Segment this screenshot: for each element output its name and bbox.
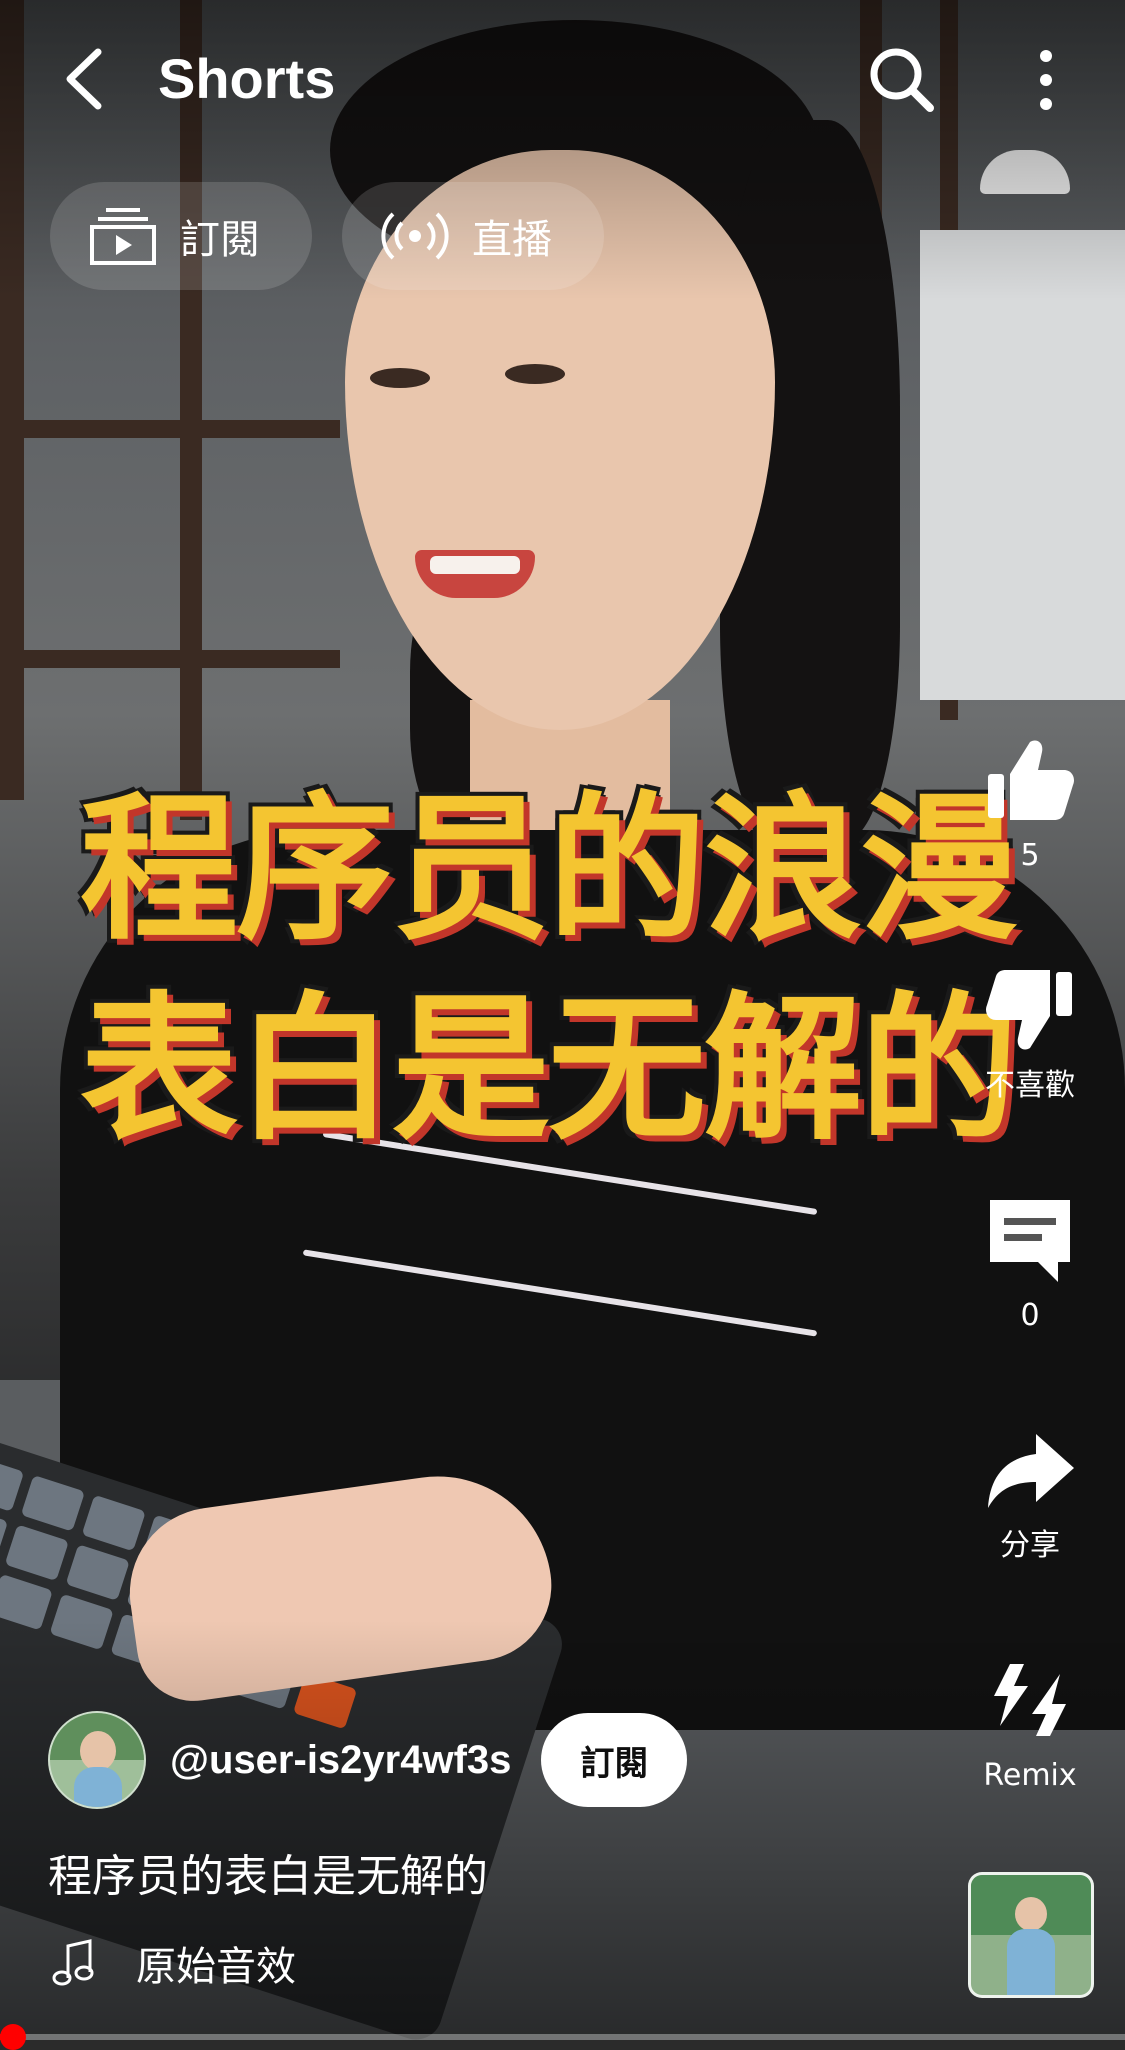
live-chip[interactable]: 直播 [342, 182, 604, 290]
like-count: 5 [1020, 838, 1040, 873]
thumbs-up-icon [988, 740, 1074, 820]
live-broadcast-icon [381, 212, 449, 260]
comments-button[interactable]: 0 [960, 1190, 1100, 1336]
like-button[interactable]: 5 [960, 730, 1100, 876]
share-icon [988, 1434, 1074, 1508]
comment-count: 0 [1020, 1298, 1040, 1333]
sound-label: 原始音效 [136, 1944, 296, 1990]
live-chip-label: 直播 [472, 217, 552, 263]
video-overlay-text: 程序员的浪漫 表白是无解的 [80, 778, 1018, 1162]
channel-handle[interactable]: @user-is2yr4wf3s [170, 1738, 511, 1783]
search-icon [870, 48, 934, 112]
subscribe-button[interactable]: 訂閱 [541, 1713, 688, 1807]
music-note-icon [52, 1939, 94, 1986]
remix-label: Remix [983, 1758, 1077, 1793]
progress-scrubber[interactable] [0, 2024, 26, 2050]
subscriptions-chip-label: 訂閱 [180, 217, 260, 263]
comment-icon [990, 1200, 1070, 1282]
video-caption[interactable]: 程序员的表白是无解的 [48, 1840, 488, 1904]
more-vertical-icon [1040, 50, 1052, 110]
subscriptions-icon [90, 208, 156, 265]
sound-thumbnail[interactable] [968, 1872, 1094, 1998]
share-button[interactable]: 分享 [960, 1420, 1100, 1566]
sound-row[interactable]: 原始音效 [52, 1934, 296, 1992]
remix-button[interactable]: Remix [960, 1650, 1100, 1796]
channel-row: @user-is2yr4wf3s 訂閱 [48, 1711, 688, 1809]
top-bar: Shorts [0, 30, 1125, 130]
back-arrow-icon [66, 48, 102, 110]
remix-icon [994, 1664, 1066, 1736]
subscriptions-chip[interactable]: 訂閱 [50, 182, 312, 290]
more-options-button[interactable] [1020, 44, 1072, 116]
thumbs-down-icon [986, 970, 1072, 1050]
page-title: Shorts [158, 47, 336, 110]
search-button[interactable] [866, 44, 938, 116]
dislike-label: 不喜歡 [985, 1068, 1075, 1103]
share-label: 分享 [1000, 1528, 1060, 1563]
dislike-button[interactable]: 不喜歡 [960, 960, 1100, 1106]
back-button[interactable] [52, 44, 122, 114]
channel-avatar[interactable] [48, 1711, 146, 1809]
video-progress-bar[interactable] [0, 2024, 1125, 2050]
